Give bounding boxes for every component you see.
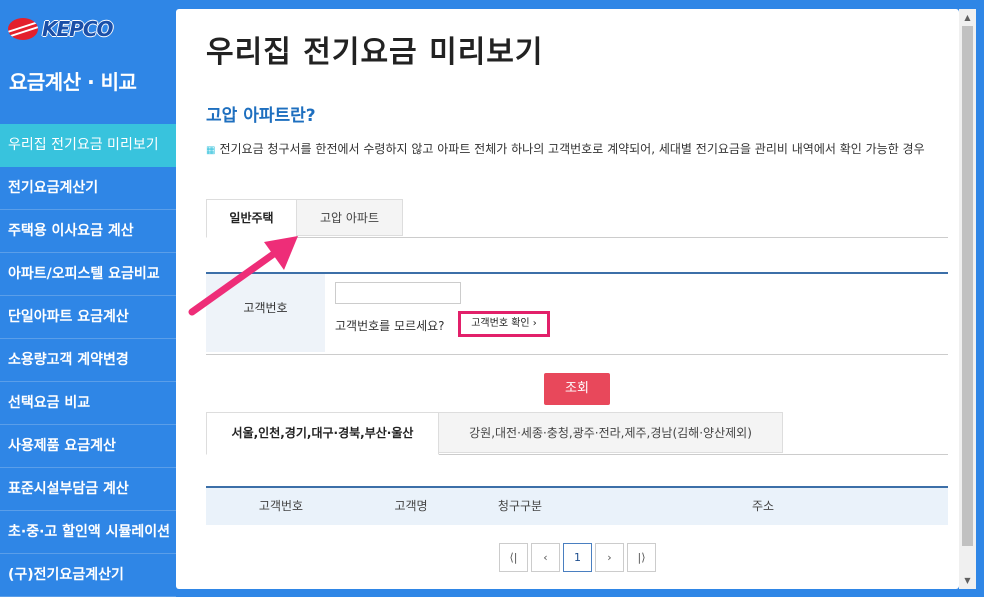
page-1-button[interactable]: 1 xyxy=(563,543,592,572)
sidebar-menu: 우리집 전기요금 미리보기 전기요금계산기 주택용 이사요금 계산 아파트/오피… xyxy=(0,124,190,597)
sidebar-item-school-discount[interactable]: 초·중·고 할인액 시뮬레이션 xyxy=(0,511,176,554)
col-customer-number: 고객번호 xyxy=(258,499,304,513)
sidebar-item-single-apartment[interactable]: 단일아파트 요금계산 xyxy=(0,296,176,339)
last-page-button[interactable]: |⟩ xyxy=(627,543,656,572)
sidebar-item-old-calculator[interactable]: (구)전기요금계산기 xyxy=(0,554,176,597)
tab-region-seoul[interactable]: 서울,인천,경기,대구·경북,부산·울산 xyxy=(206,412,439,455)
results-table-header: 고객번호 고객명 청구구분 주소 xyxy=(206,486,948,525)
sidebar-item-appliance[interactable]: 사용제품 요금계산 xyxy=(0,425,176,468)
sidebar-item-moving[interactable]: 주택용 이사요금 계산 xyxy=(0,210,176,253)
scroll-down-icon[interactable]: ▼ xyxy=(959,572,976,589)
prev-page-button[interactable]: ‹ xyxy=(531,543,560,572)
first-page-button[interactable]: ⟨| xyxy=(499,543,528,572)
description: ▦ 전기요금 청구서를 한전에서 수령하지 않고 아파트 전체가 하나의 고객번호… xyxy=(206,138,951,162)
sidebar: KEPCO 요금계산 · 비교 우리집 전기요금 미리보기 전기요금계산기 주택… xyxy=(0,0,190,597)
sidebar-item-contract-change[interactable]: 소용량고객 계약변경 xyxy=(0,339,176,382)
description-text: 전기요금 청구서를 한전에서 수령하지 않고 아파트 전체가 하나의 고객번호로… xyxy=(219,142,925,156)
col-billing-type: 청구구분 xyxy=(497,499,543,513)
scrollbar[interactable]: ▲ ▼ xyxy=(959,9,976,589)
sidebar-item-optional-rate[interactable]: 선택요금 비교 xyxy=(0,382,176,425)
kepco-logo-icon xyxy=(8,18,38,40)
next-page-button[interactable]: › xyxy=(595,543,624,572)
page-title: 우리집 전기요금 미리보기 xyxy=(206,35,544,70)
sidebar-title: 요금계산 · 비교 xyxy=(9,70,137,94)
logo-text: KEPCO xyxy=(42,17,113,41)
col-customer-name: 고객명 xyxy=(394,499,428,513)
main-content: 우리집 전기요금 미리보기 고압 아파트란? ▦ 전기요금 청구서를 한전에서 수… xyxy=(176,9,959,589)
sidebar-item-preview[interactable]: 우리집 전기요금 미리보기 xyxy=(0,124,190,167)
customer-form: 고객번호 고객번호를 모르세요? xyxy=(206,272,948,355)
tab-region-gangwon[interactable]: 강원,대전·세종·충청,광주·전라,제주,경남(김해·양산제외) xyxy=(438,412,783,453)
customer-number-confirm-button[interactable]: 고객번호 확인 › xyxy=(458,311,550,337)
customer-number-input[interactable] xyxy=(335,282,461,304)
query-button[interactable]: 조회 xyxy=(544,373,610,405)
region-tabs: 서울,인천,경기,대구·경북,부산·울산 강원,대전·세종·충청,광주·전라,제… xyxy=(206,412,948,455)
pagination: ⟨| ‹ 1 › |⟩ xyxy=(499,543,656,572)
customer-number-label: 고객번호 xyxy=(206,274,325,352)
kepco-logo[interactable]: KEPCO xyxy=(8,16,113,42)
tab-house[interactable]: 일반주택 xyxy=(206,199,297,238)
customer-number-help: 고객번호를 모르세요? xyxy=(335,319,445,333)
section-title: 고압 아파트란? xyxy=(206,106,316,126)
sidebar-item-facility-fee[interactable]: 표준시설부담금 계산 xyxy=(0,468,176,511)
scroll-up-icon[interactable]: ▲ xyxy=(959,9,976,26)
sidebar-item-calculator[interactable]: 전기요금계산기 xyxy=(0,167,176,210)
scroll-thumb[interactable] xyxy=(962,26,973,546)
tab-high-voltage-apartment[interactable]: 고압 아파트 xyxy=(296,199,403,236)
bullet-icon: ▦ xyxy=(206,145,216,156)
house-type-tabs: 일반주택 고압 아파트 xyxy=(206,199,948,238)
col-address: 주소 xyxy=(751,499,775,513)
sidebar-item-apartment-compare[interactable]: 아파트/오피스텔 요금비교 xyxy=(0,253,176,296)
